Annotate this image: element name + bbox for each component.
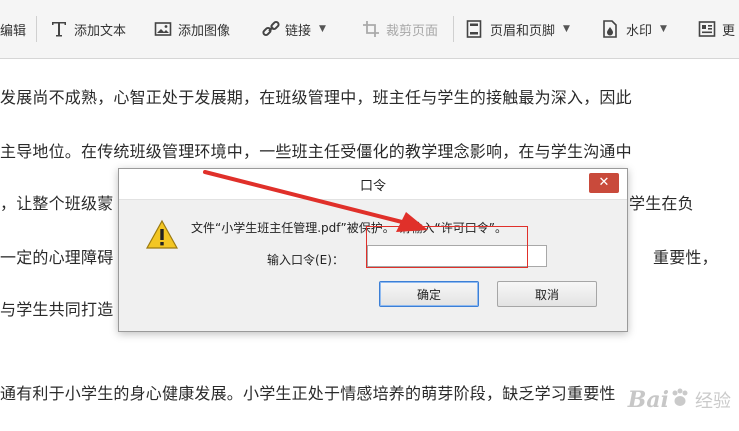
- crop-icon: [362, 20, 380, 38]
- document-text-line: ，让整个班级蒙: [0, 194, 114, 213]
- toolbar-crop-button[interactable]: 裁剪页面: [362, 18, 438, 40]
- toolbar-header-footer-label: 页眉和页脚: [490, 23, 556, 39]
- link-icon: [261, 20, 280, 38]
- watermark-logo: Bai: [627, 387, 669, 413]
- document-text-line: 学生在负: [629, 194, 694, 213]
- document-text-line: 发展尚不成熟，心智正处于发展期，在班级管理中，班主任与学生的接触最为深入，因此: [0, 88, 632, 107]
- header-footer-icon: [466, 20, 484, 38]
- document-text-line: 一定的心理障碍: [0, 248, 114, 267]
- chevron-down-icon[interactable]: ▼: [319, 24, 326, 34]
- baidu-jingyan-watermark: Bai 经验: [628, 387, 731, 413]
- toolbar-crop-label: 裁剪页面: [386, 23, 439, 39]
- document-text-line: 与学生共同打造: [0, 300, 114, 319]
- toolbar-link-button[interactable]: 链接 ▼: [261, 18, 326, 40]
- watermark-icon: [602, 20, 620, 38]
- annotation-highlight-box: [366, 226, 528, 268]
- toolbar-separator: [36, 16, 37, 42]
- toolbar-add-image-label: 添加图像: [178, 23, 231, 39]
- watermark-text: 经验: [695, 391, 731, 412]
- paw-icon: [669, 387, 691, 413]
- document-text-line: 通有利于小学生的身心健康发展。小学生正处于情感培养的萌芽阶段，缺乏学习重要性: [0, 384, 616, 403]
- close-button[interactable]: ✕: [589, 173, 619, 193]
- text-icon: [50, 20, 68, 38]
- toolbar-watermark-button[interactable]: 水印 ▼: [602, 18, 667, 40]
- toolbar-background-button[interactable]: 更: [698, 18, 735, 40]
- toolbar-add-text-label: 添加文本: [74, 23, 127, 39]
- chevron-down-icon[interactable]: ▼: [563, 24, 570, 34]
- toolbar-separator: [453, 16, 454, 42]
- warning-icon: [145, 219, 179, 251]
- background-icon: [698, 20, 716, 38]
- toolbar-background-label: 更: [722, 23, 736, 39]
- dialog-title-bar[interactable]: 口令 ✕: [119, 169, 627, 200]
- toolbar-add-image-button[interactable]: 添加图像: [154, 18, 230, 40]
- toolbar-header-footer-button[interactable]: 页眉和页脚 ▼: [466, 18, 570, 40]
- dialog-title: 口令: [359, 179, 386, 194]
- image-icon: [154, 20, 172, 38]
- edit-toolbar: 编辑 添加文本 添加图像 链接 ▼ 裁剪页面 页眉和页脚 ▼ 水印 ▼ 更: [0, 0, 739, 59]
- password-label: 输入口令(E)：: [267, 253, 344, 267]
- toolbar-add-text-button[interactable]: 添加文本: [50, 18, 126, 40]
- toolbar-edit-label: 编辑: [0, 23, 27, 39]
- toolbar-link-label: 链接: [285, 23, 312, 39]
- document-text-line: 重要性，: [653, 248, 718, 267]
- toolbar-watermark-label: 水印: [626, 23, 653, 39]
- cancel-button[interactable]: 取消: [497, 281, 597, 307]
- chevron-down-icon[interactable]: ▼: [660, 24, 667, 34]
- toolbar-edit-button[interactable]: 编辑: [0, 18, 26, 40]
- document-text-line: 主导地位。在传统班级管理环境中，一些班主任受僵化的教学理念影响，在与学生沟通中: [0, 142, 632, 161]
- ok-button[interactable]: 确定: [379, 281, 479, 307]
